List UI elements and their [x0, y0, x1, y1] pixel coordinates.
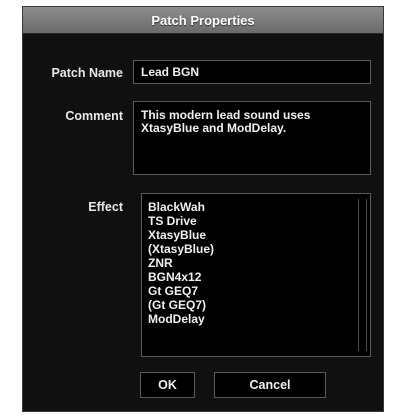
effect-list-item[interactable]: TS Drive [148, 214, 364, 228]
cancel-button[interactable]: Cancel [214, 372, 326, 398]
patch-properties-dialog: Patch Properties Patch Name Lead BGN Com… [22, 6, 384, 412]
effect-list-item[interactable]: XtasyBlue [148, 228, 364, 242]
effect-list-item[interactable]: ZNR [148, 256, 364, 270]
effect-list-item[interactable]: Gt GEQ7 [148, 284, 364, 298]
effect-listbox[interactable]: BlackWah TS Drive XtasyBlue (XtasyBlue) ZNR B… [141, 193, 371, 357]
effect-list-item[interactable]: BGN4x12 [148, 270, 364, 284]
effect-list: BlackWah TS Drive XtasyBlue (XtasyBlue) ZNR B… [148, 200, 364, 326]
effect-list-item[interactable]: BlackWah [148, 200, 364, 214]
dialog-title-bar: Patch Properties [23, 7, 383, 34]
patch-name-field[interactable]: Lead BGN [133, 60, 371, 84]
comment-field[interactable]: This modern lead sound uses XtasyBlue an… [133, 101, 371, 175]
comment-label: Comment [65, 109, 123, 123]
ok-button[interactable]: OK [140, 372, 195, 398]
effect-list-item[interactable]: (XtasyBlue) [148, 242, 364, 256]
effect-list-scrollbar[interactable] [358, 199, 367, 351]
dialog-title: Patch Properties [151, 12, 255, 28]
effect-list-item[interactable]: ModDelay [148, 312, 364, 326]
effect-label: Effect [88, 200, 123, 214]
patch-name-label: Patch Name [51, 66, 123, 80]
effect-list-item[interactable]: (Gt GEQ7) [148, 298, 364, 312]
